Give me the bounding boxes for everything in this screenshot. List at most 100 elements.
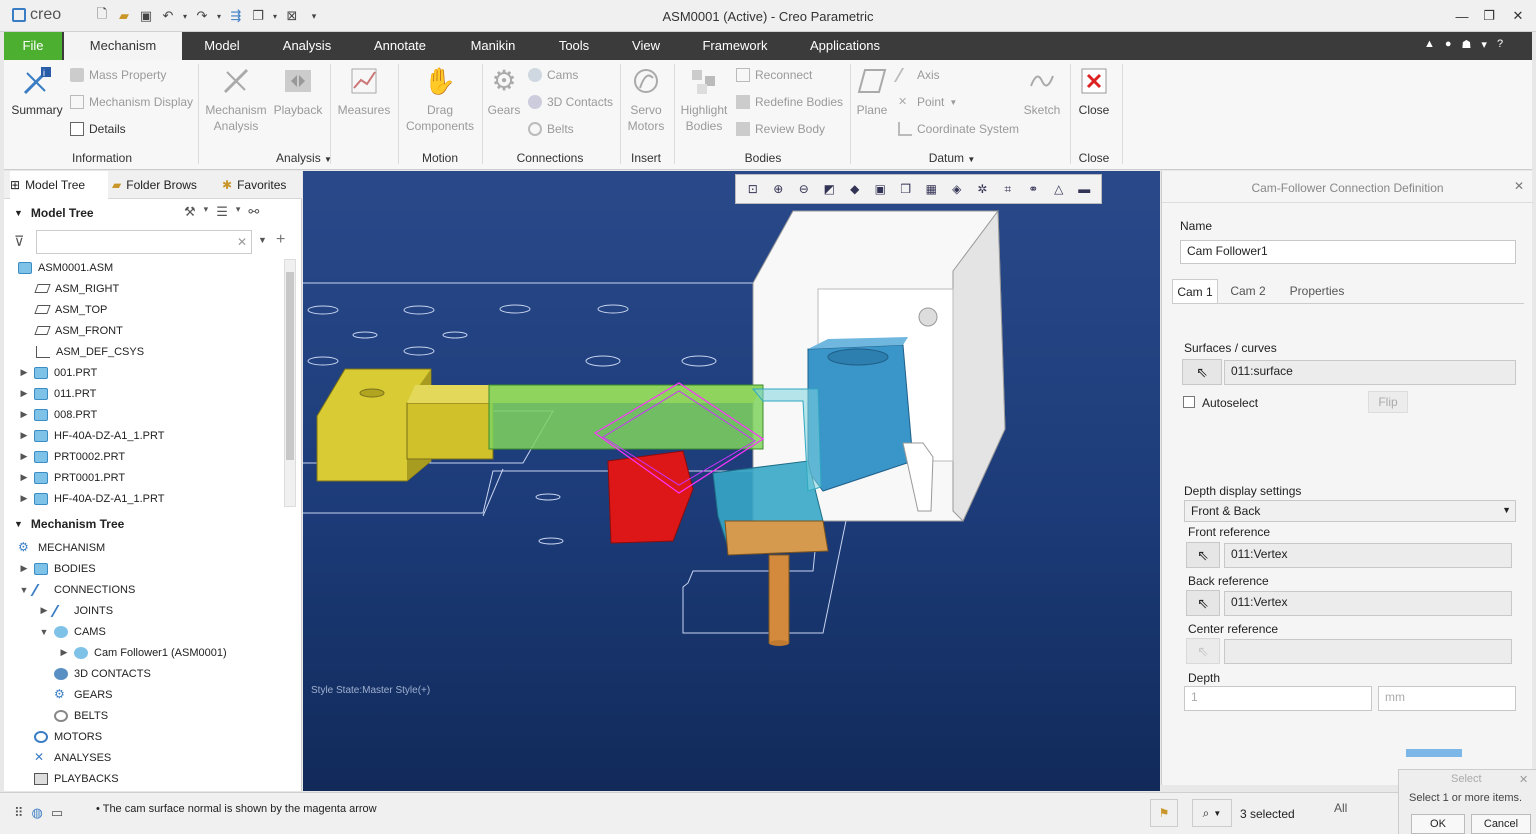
tree-item-011[interactable]: ▶ 011.PRT [18, 383, 96, 404]
learning-icon[interactable]: ☗ [1462, 38, 1472, 51]
tree-item-001[interactable]: ▶ 001.PRT [18, 362, 97, 383]
tree-item-hf40a-2[interactable]: ▶ HF-40A-DZ-A1_1.PRT [18, 488, 164, 509]
expand-arrow-icon[interactable]: ▶ [18, 451, 30, 462]
mech-item-connections[interactable]: ▼ CONNECTIONS [18, 579, 135, 600]
tree-item-hf40a-1[interactable]: ▶ HF-40A-DZ-A1_1.PRT [18, 425, 164, 446]
belts-button[interactable]: Belts [528, 119, 574, 139]
depth-value-field[interactable]: 1 [1184, 686, 1372, 711]
dialog-close-icon[interactable]: ✕ [1514, 179, 1524, 193]
tab-cam1[interactable]: Cam 1 [1172, 279, 1218, 303]
mech-item-belts[interactable]: BELTS [50, 705, 108, 726]
redefine-bodies-button[interactable]: Redefine Bodies [736, 92, 843, 112]
section-icon[interactable]: ◈ [948, 180, 966, 198]
filter-icon[interactable]: ⊽ [14, 233, 24, 250]
mech-item-bodies[interactable]: ▶ BODIES [18, 558, 96, 579]
close-app-button[interactable]: ✕ [1503, 4, 1533, 28]
axis-button[interactable]: Axis [893, 65, 940, 85]
mech-item-analyses[interactable]: ✕ ANALYSES [30, 747, 111, 768]
tree-item-asm-front[interactable]: ASM_FRONT [32, 320, 123, 341]
add-icon[interactable]: + [276, 231, 285, 249]
search-help-icon[interactable]: ● [1445, 38, 1452, 51]
datum-display-icon[interactable]: ✲ [973, 180, 991, 198]
collapse-arrow-icon[interactable]: ▼ [38, 627, 50, 637]
mass-property-button[interactable]: Mass Property [70, 65, 166, 85]
depth-display-select[interactable]: Front & Back ▼ [1184, 500, 1516, 522]
depth-unit-field[interactable]: mm [1378, 686, 1516, 711]
tab-tools[interactable]: Tools [544, 32, 604, 60]
spin-center-icon[interactable]: ⚭ [1024, 180, 1042, 198]
tab-favorites[interactable]: ✱ Favorites [222, 171, 302, 199]
back-reference-field[interactable]: 011:Vertex [1224, 591, 1512, 616]
mechanism-display-button[interactable]: Mechanism Display [70, 92, 193, 112]
browser-icon[interactable]: ◍ [32, 805, 43, 821]
3d-model[interactable] [303, 171, 1160, 791]
expand-arrow-icon[interactable]: ▶ [18, 388, 30, 399]
cams-button[interactable]: Cams [528, 65, 578, 85]
tree-item-prt0002[interactable]: ▶ PRT0002.PRT [18, 446, 125, 467]
annotation-display-icon[interactable]: ⌗ [999, 180, 1017, 198]
tree-filter-display-icon[interactable]: ⚯ [248, 204, 259, 220]
tab-analysis[interactable]: Analysis [272, 32, 342, 60]
mech-item-motors[interactable]: MOTORS [30, 726, 102, 747]
tree-item-asm-top[interactable]: ASM_TOP [32, 299, 107, 320]
tab-model-tree[interactable]: ⊞ Model Tree [10, 171, 108, 199]
plane-button[interactable]: Plane [852, 64, 892, 118]
autoselect-checkbox[interactable] [1183, 396, 1195, 408]
help-icon[interactable]: ? [1497, 38, 1503, 51]
summary-button[interactable]: i Summary [8, 64, 66, 118]
full-screen-icon[interactable]: ▭ [51, 805, 63, 821]
repaint-icon[interactable]: ◩ [820, 180, 838, 198]
flag-icon[interactable]: ⚑ [1150, 799, 1178, 827]
dialog-ok-button-edge[interactable] [1406, 749, 1462, 757]
tab-mechanism[interactable]: Mechanism [64, 32, 182, 60]
mech-item-gears[interactable]: ⚙ GEARS [50, 684, 113, 705]
help-dropdown-icon[interactable]: ▾ [1481, 38, 1487, 51]
close-mechanism-button[interactable]: Close [1072, 64, 1116, 118]
tree-scrollbar[interactable] [284, 259, 296, 507]
collapse-arrow-icon[interactable]: ▼ [18, 585, 30, 595]
flip-button[interactable]: Flip [1368, 391, 1408, 413]
expand-arrow-icon[interactable]: ▶ [18, 493, 30, 504]
more-tools-icon[interactable]: ▬ [1075, 180, 1093, 198]
mech-item-playbacks[interactable]: PLAYBACKS [30, 768, 119, 789]
tree-settings-dropdown-icon[interactable]: ▾ [236, 204, 241, 220]
tab-folder-browser[interactable]: ▰ Folder Brows [112, 171, 212, 199]
select-front-reference-button[interactable]: ⇖ [1186, 542, 1220, 568]
search-dropdown-icon[interactable]: ▼ [258, 235, 267, 245]
tree-tools-dropdown-icon[interactable]: ▾ [204, 204, 209, 220]
find-icon[interactable]: ⌕ ▼ [1192, 799, 1232, 827]
name-field[interactable]: Cam Follower1 [1180, 240, 1516, 264]
view-manager-icon[interactable]: ❒ [897, 180, 915, 198]
mech-item-mechanism[interactable]: ⚙ MECHANISM [14, 537, 105, 558]
clear-search-icon[interactable]: ✕ [237, 235, 247, 249]
expand-arrow-icon[interactable]: ▶ [58, 647, 70, 658]
tree-search-input[interactable]: ✕ [36, 230, 252, 254]
tab-model[interactable]: Model [189, 32, 255, 60]
select-ok-button[interactable]: OK [1411, 814, 1465, 834]
playback-button[interactable]: Playback [272, 64, 324, 118]
select-center-reference-button[interactable]: ⇖ [1186, 638, 1220, 664]
sketch-button[interactable]: Sketch [1020, 64, 1064, 118]
measures-button[interactable]: Measures [336, 64, 392, 118]
tree-scrollbar-thumb[interactable] [286, 272, 294, 460]
appearance-icon[interactable]: △ [1050, 180, 1068, 198]
display-style-icon[interactable]: ▣ [871, 180, 889, 198]
3d-contacts-button[interactable]: 3D Contacts [528, 92, 613, 112]
tree-settings-icon[interactable]: ☰ [216, 204, 228, 220]
mech-item-joints[interactable]: ▶ JOINTS [38, 600, 113, 621]
gears-button[interactable]: ⚙ Gears [484, 64, 524, 118]
select-surfaces-button[interactable]: ⇖ [1182, 359, 1222, 385]
tree-item-asm[interactable]: ASM0001.ASM [14, 257, 113, 278]
minimize-button[interactable]: — [1447, 4, 1477, 28]
selection-filter[interactable]: All [1334, 801, 1358, 825]
expand-arrow-icon[interactable]: ▶ [18, 430, 30, 441]
reconnect-button[interactable]: Reconnect [736, 65, 812, 85]
front-reference-field[interactable]: 011:Vertex [1224, 543, 1512, 568]
zoom-out-icon[interactable]: ⊖ [795, 180, 813, 198]
tab-framework[interactable]: Framework [692, 32, 778, 60]
mech-item-3d-contacts[interactable]: 3D CONTACTS [50, 663, 151, 684]
mech-item-cams[interactable]: ▼ CAMS [38, 621, 106, 642]
collapse-ribbon-icon[interactable]: ▲ [1424, 38, 1435, 51]
tab-properties[interactable]: Properties [1280, 279, 1354, 303]
details-button[interactable]: Details [70, 119, 126, 139]
